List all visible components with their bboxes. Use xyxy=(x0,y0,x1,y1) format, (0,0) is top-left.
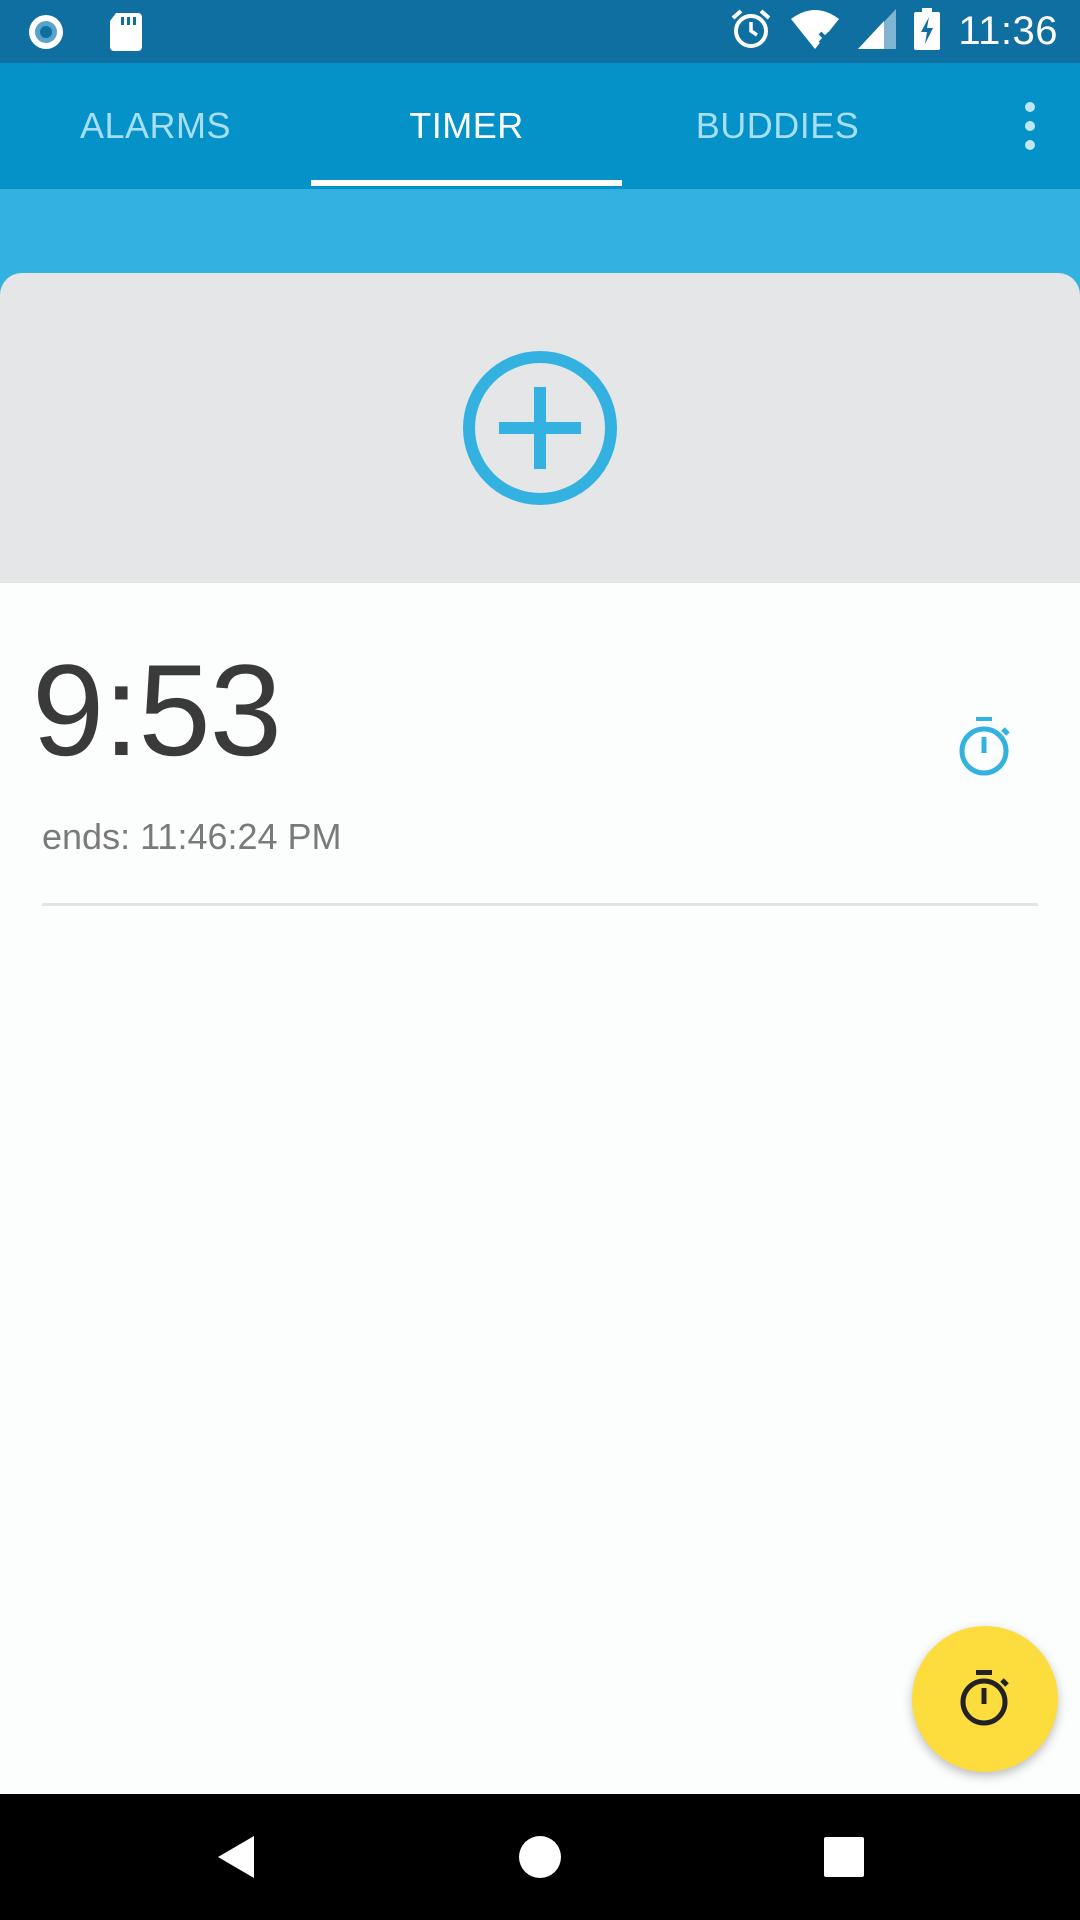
add-timer-button[interactable] xyxy=(463,351,617,505)
record-icon xyxy=(26,12,66,57)
timer-stopwatch-button[interactable] xyxy=(955,713,1015,783)
timer-remaining: 9:53 xyxy=(32,637,282,783)
back-icon xyxy=(218,1836,254,1878)
tab-bar: ALARMS TIMER BUDDIES xyxy=(0,63,1080,189)
home-icon xyxy=(519,1836,561,1878)
stopwatch-icon xyxy=(960,1670,1009,1726)
sd-card-icon xyxy=(110,13,142,56)
stopwatch-icon xyxy=(959,717,1010,776)
timer-screen: 11:36 ALARMS TIMER BUDDIES 9:53 ends: 11… xyxy=(0,0,1080,1920)
overflow-menu-button[interactable] xyxy=(980,63,1080,189)
status-bar: 11:36 xyxy=(0,0,1080,63)
more-vert-icon xyxy=(1025,102,1035,150)
tab-indicator xyxy=(311,180,622,186)
back-button[interactable] xyxy=(156,1794,316,1920)
alarm-icon xyxy=(730,8,772,55)
timer-list-item[interactable]: 9:53 ends: 11:46:24 PM xyxy=(0,583,1080,907)
recents-icon xyxy=(824,1837,864,1877)
list-divider xyxy=(42,903,1038,906)
tab-buddies[interactable]: BUDDIES xyxy=(622,63,933,189)
tab-timer[interactable]: TIMER xyxy=(311,63,622,189)
home-button[interactable] xyxy=(460,1794,620,1920)
timer-end-time: ends: 11:46:24 PM xyxy=(42,816,342,857)
signal-icon xyxy=(858,9,897,54)
battery-charging-icon xyxy=(914,8,941,55)
wifi-icon xyxy=(790,9,840,54)
status-time: 11:36 xyxy=(958,9,1058,53)
tab-alarms[interactable]: ALARMS xyxy=(0,63,311,189)
navigation-bar xyxy=(0,1794,1080,1920)
start-timer-fab[interactable] xyxy=(912,1626,1058,1772)
recents-button[interactable] xyxy=(764,1794,924,1920)
